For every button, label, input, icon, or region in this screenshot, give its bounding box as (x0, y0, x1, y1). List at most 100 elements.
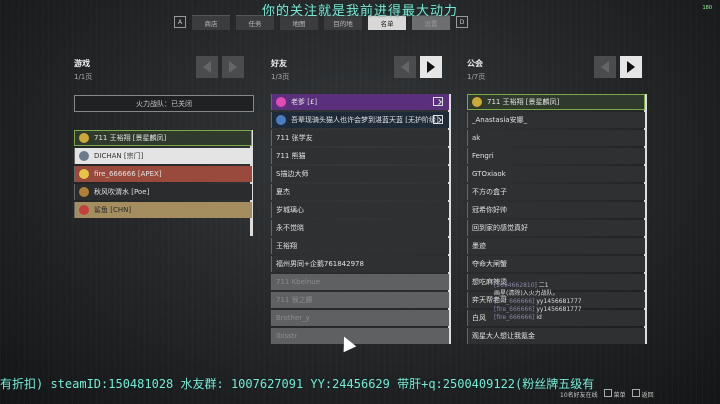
chat-line: [fire_666666] yy1456681777 (494, 306, 614, 314)
friends-next-button[interactable] (420, 56, 442, 78)
arrow-right-icon (427, 61, 435, 73)
player-name: 鲨鱼 [CHN] (94, 206, 132, 214)
clan-next-button[interactable] (620, 56, 642, 78)
chat-text: yy1456681777 (536, 306, 582, 313)
player-name: Brother_y (276, 314, 310, 322)
clan-header: 公会 1/7页 (467, 58, 485, 82)
clan-row[interactable]: _Anastasia安娜_ (467, 112, 645, 128)
footer-bar: 10名好友在线 菜单 返回 (560, 389, 654, 399)
chat-sender: [fire_666666] (494, 298, 535, 305)
player-name: 回到家的感觉真好 (472, 224, 528, 232)
emblem-icon (79, 187, 89, 197)
chat-line: [2094662810] 二1 (494, 282, 614, 290)
player-name: 711 Kbelnue (276, 278, 321, 286)
chat-text: 二1 (538, 282, 549, 289)
games-row[interactable]: 711 王裕翔 [景星麟凤] (74, 130, 252, 146)
games-list: 711 王裕翔 [景星麟凤] DICHAN [宗门] fire_666666 [A… (74, 130, 252, 220)
games-page: 1/1页 (74, 73, 93, 81)
player-name: 老爹 [£] (291, 98, 318, 106)
friends-row[interactable]: 吾辈现骑头猫人也许会梦到湛蓝天蓝 [无护阶级] (271, 112, 449, 128)
chat-line: 画星(清除)入火力战队。 (494, 290, 614, 298)
clan-row[interactable]: 冠希你好帅 (467, 202, 645, 218)
clan-row[interactable]: GTOxiaok (467, 166, 645, 182)
player-name: ak (472, 134, 481, 142)
clan-pager (594, 56, 642, 78)
player-name: 711 熊猫 (276, 152, 306, 160)
chat-sender: [fire_666666] (494, 314, 535, 321)
player-name: 夏杰 (276, 188, 290, 196)
player-name: 冠希你好帅 (472, 206, 507, 214)
clan-row[interactable]: 夺命大闸蟹 (467, 256, 645, 272)
chat-text: 画星(清除)入火力战队。 (494, 290, 559, 297)
clan-row[interactable]: 回到家的感觉真好 (467, 220, 645, 236)
friends-title: 好友 (271, 59, 287, 68)
clan-row[interactable]: 不方の盒子 (467, 184, 645, 200)
clan-row[interactable]: ak (467, 130, 645, 146)
games-prev-button[interactable] (196, 56, 218, 78)
player-name: Fengri (472, 152, 494, 160)
games-title: 游戏 (74, 59, 90, 68)
player-name: _Anastasia安娜_ (472, 116, 528, 124)
friends-online-count: 10名好友在线 (560, 391, 598, 399)
back-hint[interactable]: 返回 (631, 389, 654, 399)
back-label: 返回 (641, 392, 654, 399)
chat-text: id (536, 314, 542, 321)
join-icon[interactable] (433, 97, 443, 106)
games-header: 游戏 1/1页 (74, 58, 92, 82)
player-name: 岁城璃心 (276, 206, 304, 214)
friends-row[interactable]: S描边大师 (271, 166, 449, 182)
player-name: 福州男同+企鹅761842978 (276, 260, 364, 268)
clan-title: 公会 (467, 59, 483, 68)
friends-row[interactable]: 王裕翔 (271, 238, 449, 254)
friends-prev-button[interactable] (394, 56, 416, 78)
emblem-icon (276, 115, 286, 125)
chat-sender: [fire_666666] (494, 306, 535, 313)
games-next-button[interactable] (222, 56, 244, 78)
friends-row[interactable]: 711 猴之腰 (271, 292, 449, 308)
emblem-icon (276, 97, 286, 107)
clan-row[interactable]: Fengri (467, 148, 645, 164)
games-row[interactable]: DICHAN [宗门] (74, 148, 252, 164)
clan-prev-button[interactable] (594, 56, 616, 78)
friends-pager (394, 56, 442, 78)
friends-row[interactable]: 711 Kbelnue (271, 274, 449, 290)
stream-banner: 你的关注就是我前进得最大动力 (261, 4, 458, 19)
friends-row[interactable]: 老爹 [£] (271, 94, 449, 110)
arrow-right-icon (229, 61, 237, 73)
friends-row[interactable]: Brother_y (271, 310, 449, 326)
friends-list: 老爹 [£] 吾辈现骑头猫人也许会梦到湛蓝天蓝 [无护阶级] 711 张学友 711 … (271, 94, 449, 346)
games-row[interactable]: fire_666666 [APEX] (74, 166, 252, 182)
clan-row[interactable]: 711 王裕翔 [景星麟凤] (467, 94, 645, 110)
friends-row[interactable]: 福州男同+企鹅761842978 (271, 256, 449, 272)
friends-row[interactable]: 711 熊猫 (271, 148, 449, 164)
games-row[interactable]: 秋风吹渭水 [Poe] (74, 184, 252, 200)
player-name: 观星大人想让我氪金 (472, 332, 535, 340)
back-key-icon (631, 389, 640, 397)
friends-row[interactable]: 永不觉晓 (271, 220, 449, 236)
player-name: 夺命大闸蟹 (472, 260, 507, 268)
friends-row[interactable]: 711 张学友 (271, 130, 449, 146)
clan-row[interactable]: 墨迹 (467, 238, 645, 254)
friends-row[interactable]: 夏杰 (271, 184, 449, 200)
player-name: 711 王裕翔 [景星麟凤] (94, 134, 167, 142)
friends-row[interactable]: 岁城璃心 (271, 202, 449, 218)
emblem-icon (79, 133, 89, 143)
arrow-left-icon (203, 61, 211, 73)
emblem-icon (472, 97, 482, 107)
clan-row[interactable]: 观星大人想让我氪金 (467, 328, 645, 344)
menu-hint[interactable]: 菜单 (603, 389, 626, 399)
player-name: 白风 (472, 314, 486, 322)
player-name: 墨迹 (472, 242, 486, 250)
player-name: DICHAN [宗门] (94, 152, 144, 160)
chat-text: yy1456681777 (536, 298, 582, 305)
emblem-icon (79, 205, 89, 215)
games-row[interactable]: 鲨鱼 [CHN] (74, 202, 252, 218)
player-name: Ibisstr (276, 332, 298, 340)
chat-overlay: [2094662810] 二1 画星(清除)入火力战队。 [fire_666666… (494, 282, 614, 322)
join-icon[interactable] (433, 115, 443, 124)
friends-row[interactable]: Ibisstr (271, 328, 449, 344)
player-name: 王裕翔 (276, 242, 297, 250)
player-name: 吾辈现骑头猫人也许会梦到湛蓝天蓝 [无护阶级] (291, 116, 439, 124)
fireteam-toggle-button[interactable]: 火力战队：已关闭 (74, 95, 254, 112)
friends-page: 1/3页 (271, 73, 290, 81)
